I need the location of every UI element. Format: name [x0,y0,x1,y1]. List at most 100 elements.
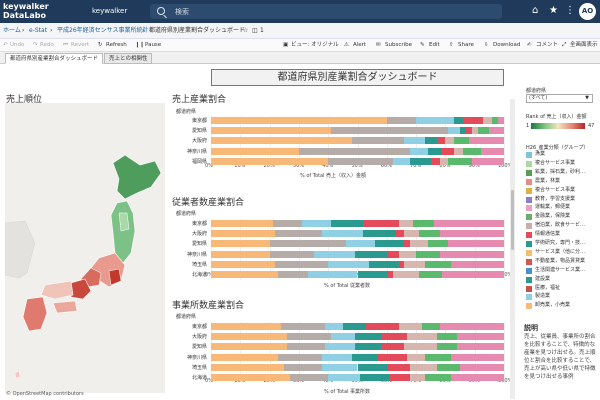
redo-icon[interactable]: ↷ [33,39,38,52]
bar-segment[interactable] [454,147,463,155]
bar-segment[interactable] [354,250,387,258]
bar-segment[interactable] [398,323,422,330]
bar-segment[interactable] [457,333,504,341]
favorite-star-icon[interactable]: ☆ [243,23,248,39]
bar-segment[interactable] [424,374,452,381]
share-icon[interactable]: ⇧ [449,39,454,52]
bar-segment[interactable] [427,147,443,155]
bar-segment[interactable] [451,374,504,381]
bar-segment[interactable] [436,343,458,351]
comments-button[interactable]: コメント [536,39,558,52]
bar-segment[interactable] [457,343,504,351]
scrollbar-thumb[interactable] [511,190,514,250]
bar-segment[interactable] [436,363,461,371]
bar-segment[interactable] [211,220,273,227]
bar-segment[interactable] [211,137,352,145]
bar-segment[interactable] [278,271,308,278]
undo-button[interactable]: Undo [10,39,24,52]
bar-segment[interactable] [439,250,504,258]
undo-icon[interactable]: ↶ [3,39,8,52]
bar-segment[interactable] [404,343,437,351]
bar-segment[interactable] [410,363,437,371]
bar-segment[interactable] [416,117,455,124]
tab-dashboard[interactable]: 都道府県別産業割合ダッシュボード [5,53,104,64]
bar-segment[interactable] [211,117,387,124]
bar-segment[interactable] [442,147,455,155]
bar-segment[interactable] [275,260,329,268]
alert-button[interactable]: Alert [353,39,366,52]
bar-segment[interactable] [287,343,326,351]
bar-segment[interactable] [211,157,329,165]
revert-button[interactable]: Revert [71,39,89,52]
bar-segment[interactable] [419,271,443,278]
bar-segment[interactable] [307,271,358,278]
bar-segment[interactable] [448,240,504,248]
bar-segment[interactable] [211,240,270,248]
bar-segment[interactable] [468,137,504,145]
bar-segment[interactable] [369,260,399,268]
share-button[interactable]: Share [458,39,474,52]
menu-dots-icon[interactable]: ⋮ [565,5,575,17]
bar-segment[interactable] [375,240,405,248]
pause-icon[interactable]: ❙❙ [135,39,144,52]
bar-segment[interactable] [454,117,463,124]
bar-segment[interactable] [357,271,387,278]
bar-segment[interactable] [483,117,493,124]
refresh-button[interactable]: Refresh [106,39,127,52]
edit-icon[interactable]: ✎ [420,39,425,52]
bar-segment[interactable] [424,137,437,145]
refresh-icon[interactable]: ↻ [98,39,103,52]
breadcrumb-home[interactable]: ホーム [3,23,21,39]
bar-segment[interactable] [430,157,440,165]
bar-segment[interactable] [328,374,361,381]
favorite-star-icon[interactable]: ★ [549,5,558,17]
bar-segment[interactable] [448,127,461,135]
download-button[interactable]: Download [493,39,520,52]
view-icon[interactable]: ▣ [283,39,288,52]
bar-segment[interactable] [351,353,378,361]
alert-icon[interactable]: ⚠ [344,39,349,52]
bar-segment[interactable] [404,230,420,238]
redo-button[interactable]: Redo [40,39,54,52]
view-button[interactable]: ビュー: オリジナル [291,39,339,52]
search-input[interactable]: 検索 [150,4,502,19]
bar-segment[interactable] [454,137,469,145]
bar-segment[interactable] [421,323,440,330]
bar-segment[interactable] [410,374,425,381]
bar-segment[interactable] [284,363,323,371]
bar-segment[interactable] [287,333,332,341]
bar-segment[interactable] [290,374,329,381]
bar-segment[interactable] [211,353,279,361]
bar-segment[interactable] [328,260,370,268]
bar-segment[interactable] [480,147,504,155]
site-name[interactable]: keywalker [92,7,127,15]
breadcrumb-survey[interactable]: 平成26年経済センサス事業所統計 [57,23,149,39]
bar-segment[interactable] [211,333,288,341]
bar-segment[interactable] [462,147,481,155]
bar-segment[interactable] [275,230,323,238]
bar-segment[interactable] [378,353,408,361]
bar-segment[interactable] [498,117,504,124]
tab-correlation[interactable]: 売上との相関性 [104,53,153,64]
download-icon[interactable]: ⇩ [484,39,489,52]
bar-segment[interactable] [380,343,405,351]
bar-segment[interactable] [278,353,323,361]
japan-map[interactable] [5,103,165,393]
bar-segment[interactable] [211,250,270,258]
bar-segment[interactable] [211,271,279,278]
versions-icon[interactable]: ◫ [252,23,258,39]
bar-segment[interactable] [211,343,288,351]
bar-segment[interactable] [407,333,437,341]
bar-segment[interactable] [471,157,504,165]
bar-segment[interactable] [439,323,504,330]
bar-segment[interactable] [281,323,326,330]
bar-segment[interactable] [395,230,405,238]
bar-segment[interactable] [325,343,355,351]
bar-segment[interactable] [410,240,428,248]
fullscreen-icon[interactable]: ⤢ [562,39,566,52]
bar-segment[interactable] [410,147,428,155]
bar-segment[interactable] [419,230,440,238]
comments-icon[interactable]: ✍ [527,39,532,52]
fullscreen-button[interactable]: 全画面表示 [570,39,598,52]
bar-segment[interactable] [451,353,504,361]
